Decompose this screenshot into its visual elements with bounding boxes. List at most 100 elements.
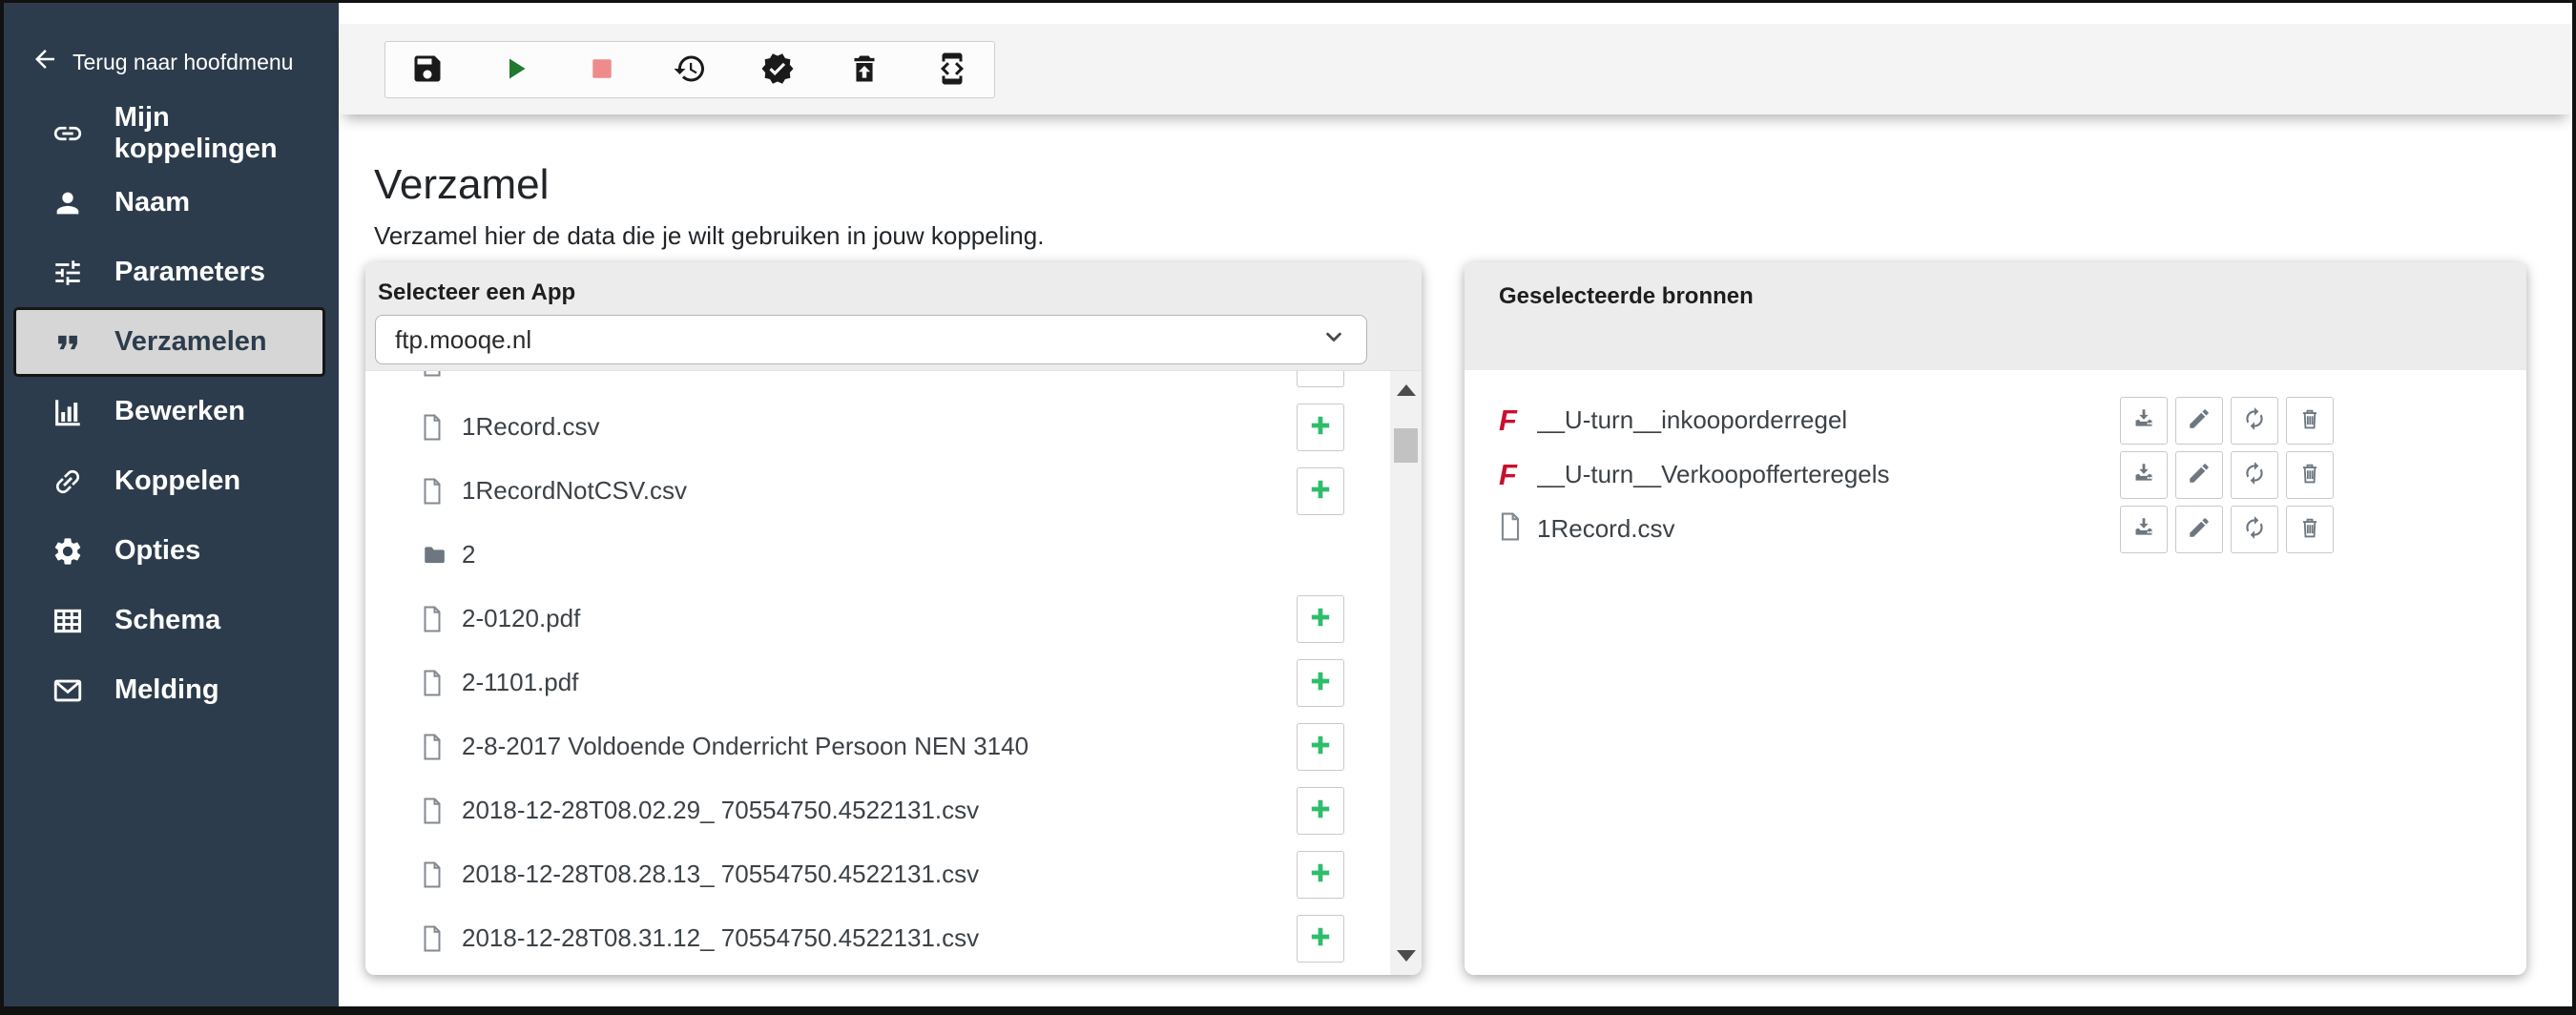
edit-source-button[interactable] (2175, 506, 2223, 553)
back-to-main-menu-link[interactable]: Terug naar hoofdmenu (31, 45, 293, 79)
page-subtitle: Verzamel hier de data die je wilt gebrui… (374, 221, 1044, 251)
refresh-source-button[interactable] (2231, 451, 2278, 499)
source-row: F__U-turn__Verkoopofferteregels (1499, 447, 2526, 502)
sidebar-item-melding[interactable]: Melding (4, 655, 339, 725)
sidebar-item-bewerken[interactable]: Bewerken (4, 377, 339, 446)
folder-icon (422, 541, 447, 570)
sidebar-item-naam[interactable]: Naam (4, 168, 339, 238)
add-file-button[interactable] (1297, 915, 1344, 963)
toolbar-save-button[interactable] (410, 52, 445, 89)
sidebar-item-label: Parameters (114, 257, 265, 288)
delete-source-button[interactable] (2286, 451, 2334, 499)
add-file-button[interactable] (1297, 723, 1344, 771)
sidebar-item-label: Naam (114, 187, 190, 218)
file-row: 2-1101.pdf (365, 651, 1390, 715)
gear-icon (50, 535, 86, 568)
toolbar-stop-button[interactable] (585, 52, 619, 89)
file-name: 2018-12-28T08.02.29_ 70554750.4522131.cs… (462, 796, 1297, 825)
sidebar-item-parameters[interactable]: Parameters (4, 238, 339, 307)
file-name: 1Record.csv (462, 412, 1297, 442)
main-area: Verzamel Verzamel hier de data die je wi… (339, 3, 2572, 1006)
plus-icon (1308, 924, 1333, 952)
bar-chart-icon (50, 396, 86, 428)
file-icon (422, 606, 447, 632)
save-icon (410, 52, 445, 89)
download-source-button[interactable] (2120, 451, 2168, 499)
sidebar-item-label: Koppelen (114, 466, 240, 497)
add-file-button[interactable] (1297, 595, 1344, 643)
sliders-icon (50, 257, 86, 289)
add-file-button[interactable] (1297, 851, 1344, 899)
source-actions (2120, 451, 2334, 499)
file-row-partial (365, 370, 1390, 395)
toolbar-developer-button[interactable] (935, 52, 969, 89)
file-icon (422, 670, 447, 696)
toolbar-history-button[interactable] (673, 52, 707, 89)
file-row: 2-0120.pdf (365, 587, 1390, 651)
edit-source-button[interactable] (2175, 451, 2223, 499)
toolbar (384, 41, 995, 98)
sidebar-item-mijn-koppelingen[interactable]: Mijn koppelingen (4, 98, 339, 168)
sidebar-item-koppelen[interactable]: Koppelen (4, 446, 339, 516)
download-icon (2131, 461, 2156, 488)
toolbar-run-button[interactable] (498, 52, 532, 89)
plus-icon (1308, 733, 1333, 760)
add-file-button[interactable] (1297, 787, 1344, 835)
sidebar-item-verzamelen[interactable]: Verzamelen (13, 307, 325, 377)
file-icon (1499, 512, 1522, 546)
quote-icon (50, 326, 86, 359)
add-file-button[interactable] (1297, 467, 1344, 515)
plus-icon (1308, 477, 1333, 505)
toolbar-validate-button[interactable] (760, 52, 795, 89)
download-source-button[interactable] (2120, 397, 2168, 445)
trash-icon (2297, 515, 2322, 543)
file-list-scrollbar[interactable] (1390, 371, 1422, 975)
edit-source-button[interactable] (2175, 397, 2223, 445)
play-icon (498, 52, 532, 89)
scroll-up-arrow-icon[interactable] (1397, 384, 1416, 396)
toolbar-restore-delete-button[interactable] (847, 52, 882, 89)
chain-icon (50, 466, 86, 498)
sync-icon (2242, 461, 2267, 488)
history-icon (673, 52, 707, 89)
file-icon (422, 478, 447, 505)
app-select-value: ftp.mooqe.nl (395, 325, 531, 355)
sidebar-item-schema[interactable]: Schema (4, 586, 339, 655)
file-row: 1Record.csv (365, 395, 1390, 459)
restore-trash-icon (847, 52, 882, 89)
sidebar-item-label: Schema (114, 605, 220, 636)
sidebar-item-label: Melding (114, 674, 219, 706)
source-row: F__U-turn__inkooporderregel (1499, 393, 2526, 447)
add-file-button[interactable] (1297, 659, 1344, 707)
add-file-button[interactable] (1297, 404, 1344, 451)
developer-mode-icon (935, 52, 969, 89)
source-name: 1Record.csv (1537, 514, 2120, 544)
file-icon (422, 414, 447, 441)
f-logo-icon: F (1499, 405, 1517, 435)
refresh-source-button[interactable] (2231, 397, 2278, 445)
file-row: 1RecordNotCSV.csv (365, 459, 1390, 523)
file-row: 2018-12-28T08.02.29_ 70554750.4522131.cs… (365, 778, 1390, 842)
source-rows: F__U-turn__inkooporderregelF__U-turn__Ve… (1465, 370, 2526, 556)
app-window: Terug naar hoofdmenu Mijn koppelingen Naa… (4, 3, 2572, 1006)
sidebar-item-label: Bewerken (114, 396, 245, 427)
file-row: 2-8-2017 Voldoende Onderricht Persoon NE… (365, 715, 1390, 778)
file-row: 2 (365, 523, 1390, 587)
envelope-icon (50, 674, 86, 707)
file-name: 2-1101.pdf (462, 668, 1297, 697)
sidebar-item-opties[interactable]: Opties (4, 516, 339, 586)
app-select[interactable]: ftp.mooqe.nl (375, 315, 1367, 364)
add-file-button[interactable] (1297, 370, 1344, 387)
scroll-thumb[interactable] (1394, 428, 1418, 463)
file-row: 2018-12-28T08.28.13_ 70554750.4522131.cs… (365, 842, 1390, 906)
delete-source-button[interactable] (2286, 506, 2334, 553)
f-logo-icon: F (1499, 460, 1517, 489)
pencil-icon (2187, 461, 2212, 488)
scroll-down-arrow-icon[interactable] (1397, 950, 1416, 962)
file-icon (422, 861, 447, 888)
trash-icon (2297, 461, 2322, 488)
delete-source-button[interactable] (2286, 397, 2334, 445)
plus-icon (1308, 669, 1333, 696)
download-source-button[interactable] (2120, 506, 2168, 553)
refresh-source-button[interactable] (2231, 506, 2278, 553)
